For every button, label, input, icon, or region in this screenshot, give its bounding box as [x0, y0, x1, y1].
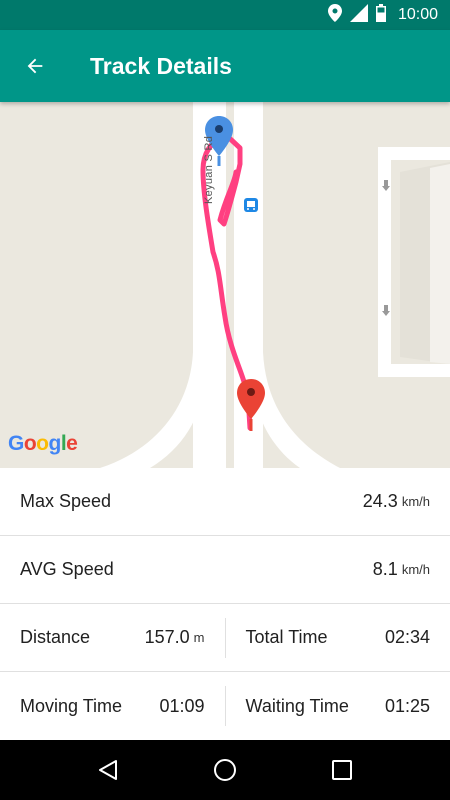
waiting-time-value: 01:25	[384, 695, 430, 716]
distance-cell: Distance 157.0 m	[0, 617, 226, 658]
location-icon	[327, 3, 342, 27]
roads	[100, 102, 450, 468]
max-speed-label: Max Speed	[20, 491, 112, 511]
recents-square-icon	[331, 760, 352, 780]
max-speed-unit: km/h	[401, 494, 430, 509]
home-circle-icon	[213, 759, 236, 781]
distance-label: Distance	[20, 627, 91, 647]
moving-time-cell: Moving Time 01:09	[0, 686, 226, 726]
total-time-cell: Total Time 02:34	[226, 618, 450, 658]
avg-speed-label: AVG Speed	[20, 559, 114, 579]
nav-home-button[interactable]	[200, 745, 250, 795]
distance-unit: m	[193, 630, 205, 645]
avg-speed-unit: km/h	[401, 562, 430, 577]
bus-stop-icon	[244, 198, 258, 212]
nav-back-button[interactable]	[83, 745, 133, 795]
status-bar: 10:00	[0, 0, 450, 30]
back-button[interactable]	[0, 30, 70, 102]
system-nav-bar	[0, 740, 450, 800]
total-time-value: 02:34	[384, 627, 430, 647]
distance-value: 157.0	[144, 627, 190, 647]
street-label: Keyuan S Rd	[203, 135, 215, 204]
max-speed-value: 24.3	[362, 491, 398, 511]
app-bar: Track Details	[0, 30, 450, 102]
moving-waiting-row: Moving Time 01:09 Waiting Time 01:25	[0, 672, 450, 740]
nav-recents-button[interactable]	[317, 745, 367, 795]
battery-icon	[375, 3, 386, 27]
moving-time-value: 01:09	[159, 695, 205, 716]
map-view[interactable]: Keyuan S Rd	[0, 102, 450, 468]
page-title: Track Details	[90, 52, 232, 79]
signal-icon	[349, 3, 368, 27]
google-logo: Google	[8, 432, 78, 455]
waiting-time-label: Waiting Time	[245, 695, 349, 716]
back-triangle-icon	[99, 760, 118, 780]
map-canvas	[100, 102, 450, 468]
total-time-label: Total Time	[245, 627, 328, 647]
avg-speed-row: AVG Speed 8.1 km/h	[0, 536, 450, 604]
max-speed-row: Max Speed 24.3 km/h	[0, 468, 450, 536]
arrow-left-icon	[27, 58, 43, 74]
moving-time-label: Moving Time	[20, 695, 123, 716]
distance-time-row: Distance 157.0 m Total Time 02:34	[0, 604, 450, 672]
waiting-time-cell: Waiting Time 01:25	[226, 686, 450, 726]
status-time: 10:00	[397, 6, 438, 23]
avg-speed-value: 8.1	[372, 559, 398, 579]
track-stats: Max Speed 24.3 km/h AVG Speed 8.1 km/h D…	[0, 468, 450, 740]
